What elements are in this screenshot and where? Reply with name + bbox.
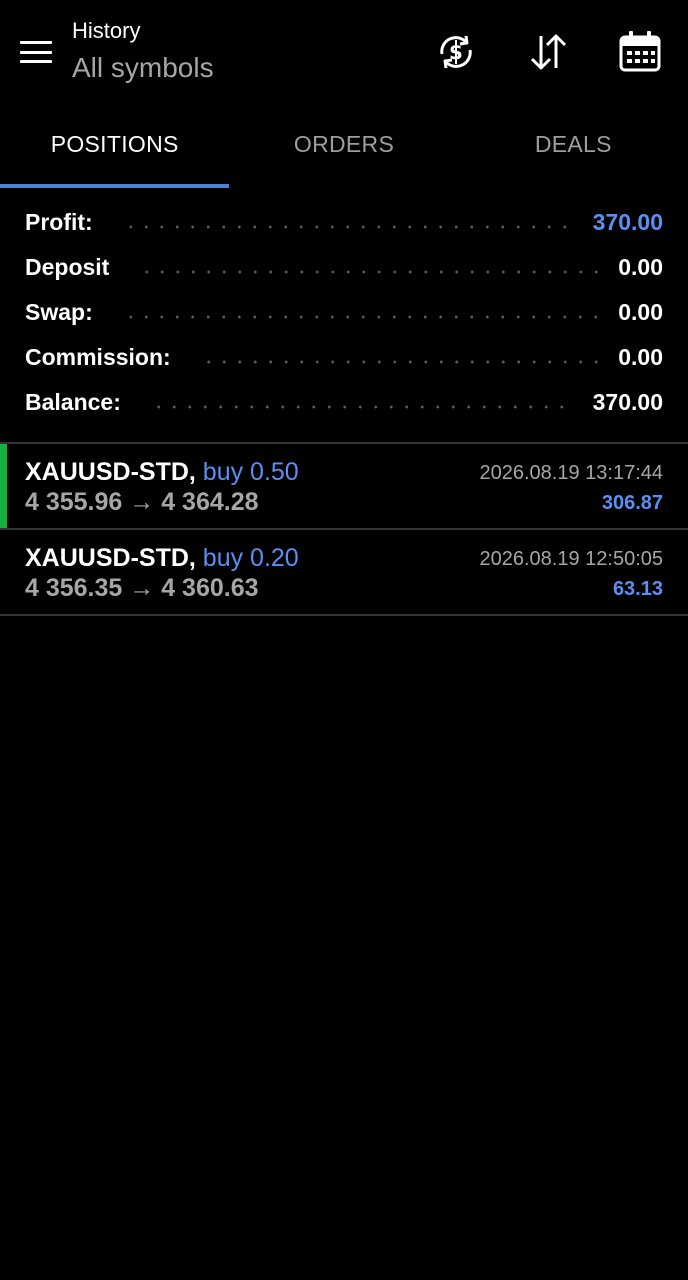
symbol-name: XAUUSD-STD, <box>25 544 196 572</box>
dotted-leader <box>122 224 573 229</box>
tab-bar: POSITIONS ORDERS DEALS <box>0 104 688 188</box>
profit-indicator-bar <box>0 444 7 528</box>
trade-type: buy 0.20 <box>202 544 299 572</box>
page-title: History <box>72 18 141 43</box>
dotted-leader <box>150 404 573 409</box>
position-symbol: XAUUSD-STD, buy 0.20 <box>25 544 299 573</box>
top-bar: History All symbols S <box>0 0 688 104</box>
summary-value: 370.00 <box>592 209 663 235</box>
summary-label: Balance: <box>25 389 121 415</box>
summary-label: Commission: <box>25 344 171 370</box>
sort-icon[interactable] <box>524 28 572 76</box>
summary-value: 370.00 <box>592 389 663 415</box>
tab-orders[interactable]: ORDERS <box>229 104 458 188</box>
calendar-icon[interactable] <box>616 28 664 76</box>
dotted-leader <box>139 269 599 274</box>
summary-label: Swap: <box>25 299 93 325</box>
position-time: 2026.08.19 13:17:44 <box>479 462 663 484</box>
position-prices: 4 356.35 → 4 360.63 <box>25 574 259 602</box>
tab-positions[interactable]: POSITIONS <box>0 104 230 188</box>
position-time: 2026.08.19 12:50:05 <box>479 548 663 570</box>
summary-section: Profit: 370.00 Deposit 0.00 Swap: 0.00 C… <box>0 200 688 425</box>
history-screen: History All symbols S <box>0 0 688 1280</box>
position-row[interactable]: XAUUSD-STD, buy 0.20 4 356.35 → 4 360.63… <box>0 530 688 614</box>
currency-refresh-icon[interactable]: S <box>432 28 480 76</box>
summary-row-balance: Balance: 370.00 <box>0 380 688 425</box>
summary-value: 0.00 <box>618 344 663 370</box>
trade-type: buy 0.50 <box>202 458 299 486</box>
summary-row-commission: Commission: 0.00 <box>0 335 688 380</box>
position-symbol: XAUUSD-STD, buy 0.50 <box>25 458 299 487</box>
menu-icon[interactable] <box>16 36 56 68</box>
position-row[interactable]: XAUUSD-STD, buy 0.50 4 355.96 → 4 364.28… <box>0 444 688 528</box>
position-profit: 63.13 <box>612 578 663 600</box>
summary-label: Deposit <box>25 254 110 280</box>
summary-value: 0.00 <box>618 254 663 280</box>
summary-row-deposit: Deposit 0.00 <box>0 245 688 290</box>
position-prices: 4 355.96 → 4 364.28 <box>25 488 259 516</box>
dotted-leader <box>122 314 599 319</box>
symbol-name: XAUUSD-STD, <box>25 458 196 486</box>
divider <box>0 614 688 616</box>
dotted-leader <box>200 359 599 364</box>
summary-label: Profit: <box>25 209 93 235</box>
summary-row-profit: Profit: 370.00 <box>0 200 688 245</box>
position-profit: 306.87 <box>601 492 663 514</box>
summary-row-swap: Swap: 0.00 <box>0 290 688 335</box>
symbol-filter[interactable]: All symbols <box>72 52 214 84</box>
summary-value: 0.00 <box>618 299 663 325</box>
tab-deals[interactable]: DEALS <box>459 104 688 188</box>
